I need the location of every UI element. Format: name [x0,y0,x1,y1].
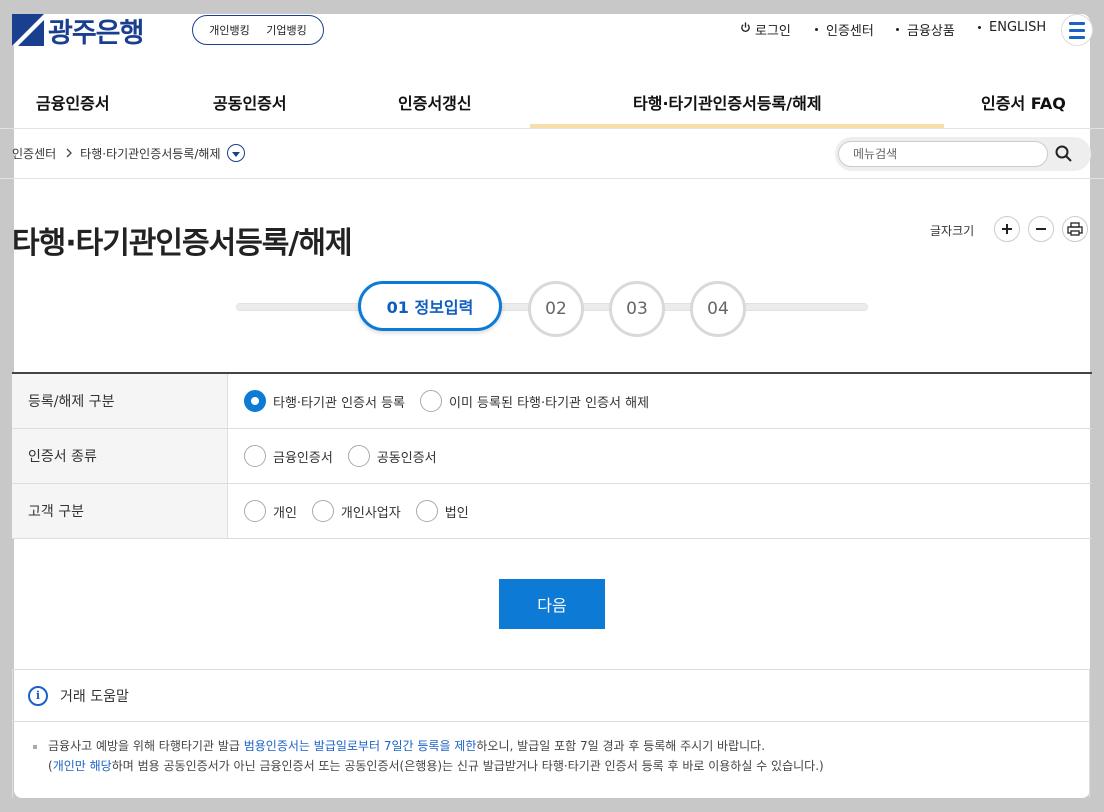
row-label: 인증서 종류 [12,429,228,483]
gnb-item-cert-renewal[interactable]: 인증서갱신 [398,90,472,114]
bullet-icon [978,26,981,29]
gnb-item-other-bank-cert[interactable]: 타행·타기관인증서등록/해제 [633,90,822,114]
radio-corporation[interactable]: 법인 [415,500,469,522]
radio-financial-cert[interactable]: 금융인증서 [244,445,333,467]
print-button[interactable] [1062,216,1088,242]
power-icon [740,22,751,37]
products-label: 금융상품 [907,24,955,39]
printer-icon [1067,222,1083,236]
radio-unchecked-icon [311,500,334,522]
gnb-item-cert-faq[interactable]: 인증서 FAQ [981,90,1066,114]
hamburger-menu-icon[interactable] [1061,14,1093,46]
search-icon[interactable] [1054,144,1074,164]
personal-banking-link[interactable]: 개인뱅킹 [209,22,249,38]
products-link[interactable]: 금융상품 [896,20,955,39]
option-label: 타행·타기관 인증서 등록 [273,395,405,411]
form-row-customer-type: 고객 구분 개인 개인사업자 법인 [12,484,1092,539]
radio-joint-cert[interactable]: 공동인증서 [347,445,437,467]
corporate-banking-link[interactable]: 기업뱅킹 [266,22,306,38]
chevron-right-icon [66,148,73,158]
help-title: 거래 도움말 [60,688,129,705]
minus-icon [1036,228,1046,230]
plus-icon [1002,224,1012,234]
login-link[interactable]: 로그인 [740,20,791,39]
login-label: 로그인 [755,24,791,39]
logo-text: 광주은행 [48,17,144,49]
font-increase-button[interactable] [994,216,1020,242]
step-1-active: 01 정보입력 [358,281,502,331]
next-button[interactable]: 다음 [499,579,605,629]
option-label: 공동인증서 [376,450,437,466]
menu-search-input[interactable] [838,141,1048,167]
bullet-icon [33,744,37,749]
option-label: 금융인증서 [273,450,333,466]
gnb-item-joint-cert[interactable]: 공동인증서 [213,90,287,114]
divider [0,128,1104,129]
radio-sole-proprietor[interactable]: 개인사업자 [311,500,401,522]
radio-checked-icon [244,390,266,412]
info-icon: i [28,685,48,706]
help-line-2: (개인만 해당하며 범용 공동인증서가 아닌 금융인증서 또는 공동인증서(은행… [48,759,824,773]
font-decrease-button[interactable] [1028,216,1054,242]
help-line-1: 금융사고 예방을 위해 타행타기관 발급 범용인증서는 발급일로부터 7일간 등… [33,736,824,756]
help-highlight: 범용인증서는 발급일로부터 7일간 등록을 제한 [243,739,477,753]
logo[interactable]: 광주은행 [12,14,144,49]
radio-unregister[interactable]: 이미 등록된 타행·타기관 인증서 해제 [420,390,649,412]
option-label: 개인사업자 [340,505,401,521]
radio-unchecked-icon [420,390,442,412]
radio-unchecked-icon [415,500,438,522]
form-row-reg-type: 등록/해제 구분 타행·타기관 인증서 등록 이미 등록된 타행·타기관 인증서… [12,374,1092,429]
english-link[interactable]: ENGLISH [978,20,1046,35]
page-title: 타행·타기관인증서등록/해제 [12,226,353,261]
cert-center-link[interactable]: 인증센터 [815,20,874,39]
radio-register[interactable]: 타행·타기관 인증서 등록 [244,390,405,412]
option-label: 법인 [444,505,469,521]
help-highlight: 개인만 해당 [52,759,112,773]
help-header: i 거래 도움말 [13,670,1089,722]
help-body: 금융사고 예방을 위해 타행타기관 발급 범용인증서는 발급일로부터 7일간 등… [33,736,824,776]
font-size-label: 글자크기 [930,224,975,238]
breadcrumb-home[interactable]: 인증센터 [12,145,56,162]
breadcrumb: 인증센터 타행·타기관인증서등록/해제 [12,144,245,162]
form-row-cert-kind: 인증서 종류 금융인증서 공동인증서 [12,429,1092,484]
cert-center-label: 인증센터 [826,24,874,39]
bullet-icon [896,28,899,31]
option-label: 개인 [273,505,297,521]
step-4: 04 [690,281,746,337]
english-label: ENGLISH [989,20,1047,35]
radio-unchecked-icon [347,445,370,467]
radio-unchecked-icon [244,445,266,467]
gnb-item-financial-cert[interactable]: 금융인증서 [36,90,110,114]
logo-mark-icon [12,14,44,46]
radio-personal[interactable]: 개인 [244,500,297,522]
divider [0,178,1104,179]
row-label: 고객 구분 [12,484,228,538]
row-label: 등록/해제 구분 [12,374,228,428]
breadcrumb-current: 타행·타기관인증서등록/해제 [80,146,221,161]
chevron-down-icon[interactable] [226,144,245,162]
radio-unchecked-icon [244,500,266,522]
bullet-icon [815,28,818,31]
step-3: 03 [609,281,665,337]
option-label: 이미 등록된 타행·타기관 인증서 해제 [449,395,650,411]
help-box: i 거래 도움말 금융사고 예방을 위해 타행타기관 발급 범용인증서는 발급일… [12,669,1090,798]
bank-type-toggle: 개인뱅킹 기업뱅킹 [192,15,324,45]
step-2: 02 [528,281,584,337]
